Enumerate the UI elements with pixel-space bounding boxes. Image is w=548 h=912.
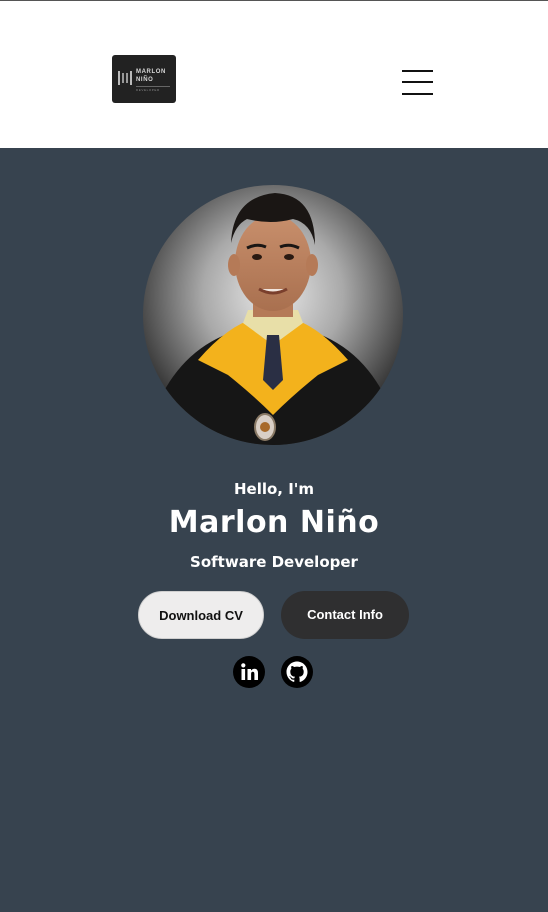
- site-header: MARLON NIÑO DEVELOPER: [0, 1, 548, 148]
- github-icon[interactable]: [281, 656, 313, 688]
- menu-bar: [402, 70, 433, 72]
- download-cv-button[interactable]: Download CV: [138, 591, 264, 639]
- profile-photo: [143, 185, 403, 445]
- logo-text-line3: DEVELOPER: [136, 86, 170, 92]
- profile-role: Software Developer: [190, 553, 358, 571]
- linkedin-icon[interactable]: [233, 656, 265, 688]
- site-logo[interactable]: MARLON NIÑO DEVELOPER: [112, 55, 176, 103]
- greeting-text: Hello, I'm: [233, 480, 315, 498]
- contact-info-button[interactable]: Contact Info: [281, 591, 409, 639]
- menu-bar: [402, 93, 433, 95]
- hamburger-menu-icon[interactable]: [402, 69, 434, 97]
- logo-text-line1: MARLON: [136, 69, 166, 75]
- menu-bar: [402, 81, 433, 83]
- logo-text-line2: NIÑO: [136, 77, 154, 83]
- profile-name: Marlon Niño: [168, 505, 380, 540]
- logo-mark-icon: [118, 71, 132, 85]
